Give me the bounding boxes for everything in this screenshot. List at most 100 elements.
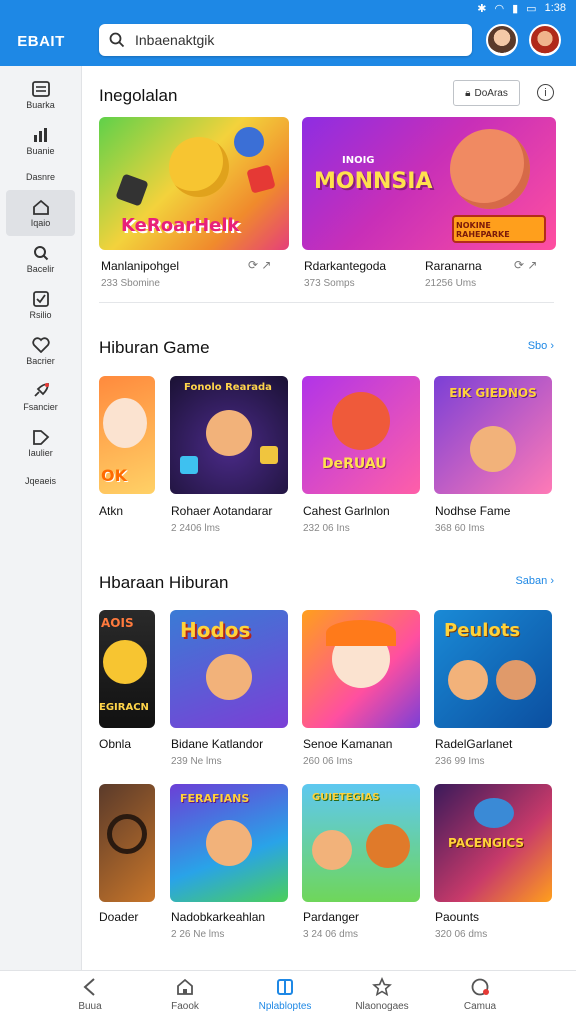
game-sub: 3 24 06 dms	[303, 929, 359, 940]
nav-item-home[interactable]: Faook	[135, 977, 235, 1012]
game-sub: 2 2406 lms	[171, 523, 220, 534]
lock-icon: 🔒︎	[465, 87, 471, 99]
sidebar-item-bacrier[interactable]: Bacrier	[6, 328, 75, 374]
game-card-s1-1[interactable]: OK	[99, 376, 155, 494]
game-card-s2-4[interactable]: Peulots	[434, 610, 552, 728]
card-art-label: GUIETEGIAS	[312, 792, 380, 803]
game-name[interactable]: Nodhse Fame	[435, 504, 510, 518]
featured-card-1[interactable]: KeRoarHelk	[99, 117, 289, 250]
share-icon[interactable]: ⟳ ↗	[248, 258, 271, 272]
nav-label: Camua	[463, 1001, 497, 1012]
game-card-s2-5[interactable]	[99, 784, 155, 902]
sidebar-item-buarka[interactable]: Buarka	[6, 72, 75, 118]
divider	[99, 302, 554, 303]
featured-name-2[interactable]: Rdarkantegoda	[304, 259, 386, 273]
game-name[interactable]: Nadobkarkeahlan	[171, 910, 265, 924]
avatar-male[interactable]	[529, 24, 561, 56]
bluetooth-icon: ✱	[477, 2, 487, 15]
sidebar-item-bacelir[interactable]: Bacelir	[6, 236, 75, 282]
nav-item-back[interactable]: Buua	[40, 977, 140, 1012]
avatar-female[interactable]	[486, 24, 518, 56]
game-name[interactable]: Senoe Kamanan	[303, 737, 392, 751]
featured-art-badge-2: NOKINE RAHEPARKE	[456, 221, 510, 239]
game-name[interactable]: Pardanger	[303, 910, 359, 924]
sidebar-item-iqaio[interactable]: Iqaio	[6, 190, 75, 236]
info-icon[interactable]: i	[537, 84, 554, 101]
featured-sub-2: 373 Somps	[304, 278, 355, 289]
nav-label: Nlaonogaes	[355, 1001, 409, 1012]
game-card-s2-1[interactable]: AOIS EGIRACN	[99, 610, 155, 728]
nav-label: Faook	[171, 1001, 199, 1012]
game-name[interactable]: Cahest Garlnlon	[303, 504, 390, 518]
main-content: Inegolalan 🔒︎ DoAras i KeRoarHelk INOIG …	[82, 66, 576, 970]
sidebar-item-label: Buanie	[26, 145, 55, 156]
game-name[interactable]: Bidane Katlandor	[171, 737, 263, 751]
game-card-s1-4[interactable]: EIK GIEDNOS	[434, 376, 552, 494]
card-art-label: EGIRACN	[99, 702, 149, 713]
game-sub: 232 06 Ins	[303, 523, 350, 534]
chevron-right-icon: ›	[550, 340, 554, 352]
featured-art-label-2: MONNSIA	[314, 169, 433, 194]
nav-label: Nplabloptes	[258, 1001, 312, 1012]
featured-name-3[interactable]: Raranarna	[425, 259, 482, 273]
section2-see-all[interactable]: Saban ›	[515, 575, 554, 587]
game-name[interactable]: RadelGarlanet	[435, 737, 512, 751]
game-card-s1-2[interactable]: Fonolo Rearada	[170, 376, 288, 494]
game-card-s2-7[interactable]: GUIETEGIAS	[302, 784, 420, 902]
sidebar-item-fsancier[interactable]: Fsancier	[6, 374, 75, 420]
heart-icon	[31, 336, 50, 353]
game-name[interactable]: Doader	[99, 910, 138, 924]
card-art-label: Hodos	[180, 618, 251, 642]
game-card-s2-2[interactable]: Hodos	[170, 610, 288, 728]
featured-name-1[interactable]: Manlanipohgel	[101, 259, 179, 273]
nav-item-library[interactable]: Nplabloptes	[235, 977, 335, 1012]
nav-item-favorites[interactable]: Nlaonogaes	[332, 977, 432, 1012]
game-card-s2-3[interactable]	[302, 610, 420, 728]
nav-item-history[interactable]: Camua	[430, 977, 530, 1012]
card-art-label: OK	[101, 466, 127, 485]
section1-see-all[interactable]: Sbo ›	[528, 340, 554, 352]
game-card-s2-6[interactable]: FERAFIANS	[170, 784, 288, 902]
card-art-label: FERAFIANS	[180, 792, 250, 805]
status-bar: ✱ ◠ ▮ ▭ 1:38	[0, 0, 576, 16]
sidebar-item-label: Dasnre	[25, 172, 55, 182]
tag-icon	[32, 429, 49, 445]
app-logo[interactable]: EBAIT	[0, 16, 82, 66]
game-card-s1-3[interactable]: DeRUAU	[302, 376, 420, 494]
sidebar-item-rsilio[interactable]: Rsilio	[6, 282, 75, 328]
sidebar-item-dasnre[interactable]: Dasnre	[6, 164, 75, 190]
game-sub: 260 06 Ims	[303, 756, 353, 767]
share-icon[interactable]: ⟳ ↗	[514, 258, 537, 272]
back-arrow-icon	[83, 978, 95, 996]
featured-card-2[interactable]: INOIG MONNSIA NOKINE RAHEPARKE	[302, 117, 556, 250]
featured-sub-3: 21256 Ums	[425, 278, 477, 289]
sidebar-item-label: Iqaio	[30, 217, 51, 228]
featured-art-top-2: INOIG	[342, 155, 375, 166]
sidebar-item-label: Jqeaeis	[24, 476, 57, 486]
card-art-label: Peulots	[444, 620, 521, 641]
sidebar-item-iaulier[interactable]: Iaulier	[6, 420, 75, 466]
sidebar-item-jqeaeis[interactable]: Jqeaeis	[6, 466, 75, 496]
see-all-label: Saban	[515, 575, 548, 587]
game-sub: 236 99 Ims	[435, 756, 485, 767]
game-sub: 2 26 Ne lms	[171, 929, 225, 940]
card-art-label: PACENGICS	[448, 836, 525, 850]
sidebar-item-buanie[interactable]: Buanie	[6, 118, 75, 164]
game-name[interactable]: Paounts	[435, 910, 479, 924]
sidebar-item-label: Bacrier	[26, 355, 55, 366]
search-box[interactable]	[99, 24, 472, 56]
sidebar-item-label: Iaulier	[28, 447, 53, 458]
search-input[interactable]	[135, 32, 455, 48]
featured-action-button[interactable]: 🔒︎ DoAras	[453, 80, 520, 106]
game-sub: 320 06 dms	[435, 929, 488, 940]
game-card-s2-8[interactable]: PACENGICS	[434, 784, 552, 902]
featured-title: Inegolalan	[99, 86, 178, 105]
game-name[interactable]: Atkn	[99, 504, 123, 518]
sidebar-item-label: Buarka	[26, 99, 55, 110]
game-name[interactable]: Obnla	[99, 737, 131, 751]
sidebar-item-label: Bacelir	[26, 263, 55, 274]
game-name[interactable]: Rohaer Aotandarar	[171, 504, 272, 518]
featured-action-label: DoAras	[474, 87, 508, 99]
card-art-label: EIK GIEDNOS	[449, 386, 537, 400]
clock-icon	[471, 978, 489, 996]
